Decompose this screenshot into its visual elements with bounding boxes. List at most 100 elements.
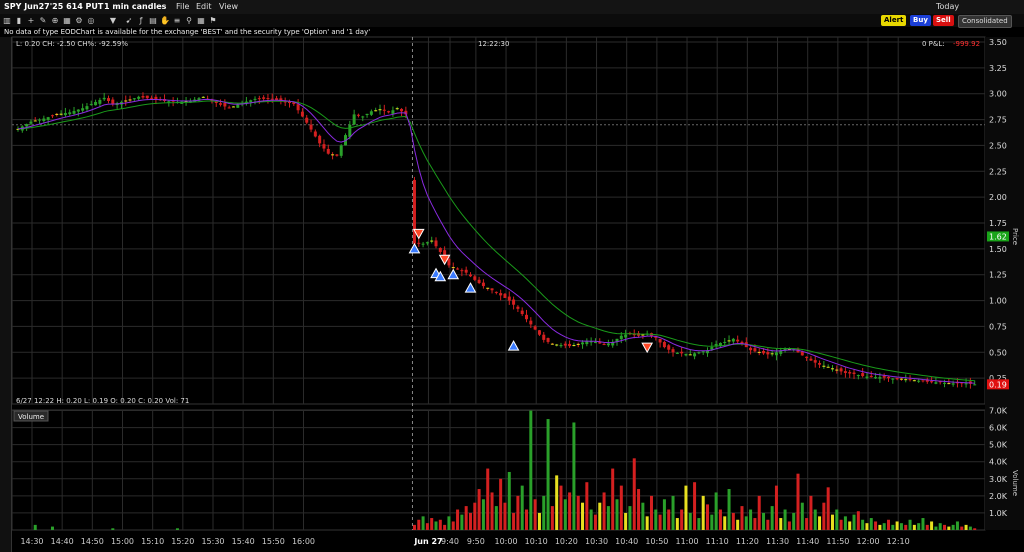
candle-body	[464, 269, 468, 273]
candle-body	[296, 104, 300, 111]
candle-body	[494, 291, 498, 293]
candle-body	[132, 98, 136, 100]
volume-bar	[774, 485, 778, 530]
candle-body	[908, 379, 912, 381]
candle-body	[365, 113, 369, 116]
candle-body	[856, 375, 860, 377]
candle-body	[55, 113, 59, 115]
volume-bar	[499, 478, 503, 530]
candle-body	[395, 108, 399, 110]
candle-body	[201, 96, 205, 98]
candle-body	[266, 98, 270, 100]
candle-body	[499, 293, 503, 296]
volume-bar	[930, 521, 934, 530]
candle-body	[356, 114, 360, 116]
candle-body	[525, 314, 529, 320]
candle-body	[72, 110, 76, 114]
volume-bar	[779, 518, 783, 530]
volume-bar	[645, 516, 649, 530]
candle-body	[766, 352, 770, 355]
time-tick-label: 16:00	[292, 537, 315, 546]
volume-bar	[856, 511, 860, 530]
candle-body	[606, 343, 610, 346]
volume-bar	[973, 528, 977, 530]
candle-body	[33, 120, 37, 122]
candle-body	[874, 377, 878, 379]
candle-body	[619, 335, 623, 340]
time-tick-label: 15:00	[111, 537, 134, 546]
time-tick-label: 10:00	[495, 537, 518, 546]
candle-body	[102, 97, 106, 100]
volume-bar	[839, 519, 843, 530]
volume-bar	[848, 521, 852, 530]
candle-body	[451, 267, 455, 269]
volume-bar	[878, 524, 882, 530]
time-tick-label: 10:10	[525, 537, 548, 546]
time-tick-label: 10:30	[585, 537, 608, 546]
volume-bar	[490, 492, 494, 530]
candle-body	[581, 342, 585, 345]
volume-bar	[602, 492, 606, 530]
candle-body	[331, 154, 335, 156]
volume-bar	[555, 475, 559, 530]
volume-bar	[818, 516, 822, 530]
time-tick-label: 12:10	[887, 537, 910, 546]
price-tick-label: 2.75	[989, 116, 1007, 125]
candle-body	[951, 383, 955, 385]
candle-body	[520, 310, 524, 315]
time-tick-label: 9:50	[467, 537, 485, 546]
candle-body	[29, 121, 33, 124]
volume-bar	[654, 509, 658, 530]
price-tick-label: 3.25	[989, 64, 1007, 73]
candle-body	[98, 99, 102, 104]
volume-bar	[464, 506, 468, 530]
candle-body	[425, 242, 429, 244]
volume-bar	[749, 509, 753, 530]
volume-bar	[430, 518, 434, 530]
candle-body	[542, 334, 546, 340]
volume-bar	[542, 495, 546, 530]
volume-bar	[865, 523, 869, 530]
candle-body	[736, 339, 740, 342]
candle-body	[930, 381, 934, 383]
volume-bar	[796, 473, 800, 530]
volume-bar	[546, 419, 550, 530]
last-price-tag: 0.19	[989, 380, 1007, 389]
volume-tick-label: 1.0K	[989, 509, 1008, 518]
candle-body	[947, 383, 951, 385]
time-tick-label: 9:40	[441, 537, 459, 546]
volume-bar	[887, 519, 891, 530]
volume-bar	[503, 502, 507, 530]
volume-bar	[619, 485, 623, 530]
candle-body	[576, 343, 580, 345]
volume-bar	[895, 521, 899, 530]
time-tick-label: 11:20	[736, 537, 759, 546]
volume-bar	[813, 509, 817, 530]
candle-body	[723, 341, 727, 343]
volume-bar	[693, 482, 697, 530]
candle-body	[352, 114, 356, 125]
volume-bar	[658, 514, 662, 530]
volume-tick-label: 5.0K	[989, 441, 1008, 450]
volume-bar	[520, 485, 524, 530]
candle-body	[477, 279, 481, 283]
volume-bar	[757, 495, 761, 530]
price-tick-label: 1.75	[989, 219, 1007, 228]
candle-body	[822, 365, 826, 367]
volume-bar	[938, 523, 942, 530]
volume-bar	[908, 519, 912, 530]
candle-body	[774, 352, 778, 356]
price-tick-label: 1.50	[989, 245, 1007, 254]
price-volume-chart[interactable]: 3.50 3.25 3.00 2.75 2.50 2.25 2.00 1.75 1.50 1.25…	[0, 0, 1024, 552]
candle-body	[861, 373, 865, 377]
volume-bar	[589, 509, 593, 530]
volume-bar	[412, 524, 416, 530]
volume-bar	[632, 458, 636, 530]
volume-bar	[723, 516, 727, 530]
candle-body	[378, 109, 382, 111]
candle-body	[934, 382, 938, 384]
candle-body	[150, 97, 154, 99]
pnl-value: -999.92	[953, 40, 980, 48]
candle-body	[693, 353, 697, 357]
volume-bar	[525, 509, 529, 530]
